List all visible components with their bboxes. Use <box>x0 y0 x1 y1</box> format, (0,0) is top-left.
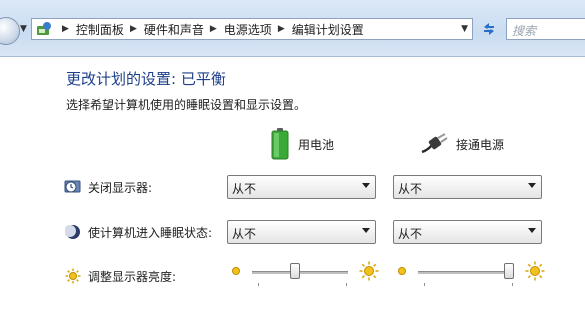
address-dropdown-icon[interactable]: ▼ <box>461 24 468 34</box>
slider-tick <box>258 283 259 286</box>
display-clock-icon <box>64 178 82 196</box>
battery-column-label: 用电池 <box>298 137 335 152</box>
sun-icon <box>64 267 82 285</box>
brightness-plugged-slider[interactable] <box>396 261 545 288</box>
display-off-plugged-value: 从不 <box>398 182 423 196</box>
chevron-down-icon <box>528 183 536 188</box>
column-header-battery: 用电池 <box>270 127 334 161</box>
slider-tick <box>346 283 347 286</box>
chevron-down-icon <box>362 183 370 188</box>
back-button[interactable] <box>0 17 20 45</box>
slider-thumb[interactable] <box>504 263 515 279</box>
refresh-icon <box>484 23 494 35</box>
search-input[interactable]: 搜索 <box>506 18 585 40</box>
breadcrumb-edit-plan[interactable]: 编辑计划设置 <box>292 21 364 38</box>
sleep-battery-value: 从不 <box>232 227 257 241</box>
page-title: 更改计划的设置: 已平衡 <box>66 70 226 88</box>
slider-tick <box>424 283 425 286</box>
display-off-battery-value: 从不 <box>232 182 257 196</box>
sun-bright-icon <box>525 261 545 281</box>
refresh-button[interactable] <box>478 18 500 40</box>
sun-dim-icon <box>232 267 240 275</box>
setting-row-brightness: 调整显示器亮度: <box>64 266 176 286</box>
breadcrumb-power-options[interactable]: 电源选项 <box>224 21 272 38</box>
chevron-right-icon[interactable]: ▶ <box>130 24 137 34</box>
search-placeholder: 搜索 <box>512 24 537 38</box>
display-off-plugged-select[interactable]: 从不 <box>393 175 542 199</box>
setting-row-sleep: 使计算机进入睡眠状态: <box>64 222 212 242</box>
display-off-battery-select[interactable]: 从不 <box>227 175 376 199</box>
breadcrumb: ▶ 控制面板 ▶ 硬件和声音 ▶ 电源选项 ▶ 编辑计划设置 <box>56 19 364 39</box>
sleep-battery-select[interactable]: 从不 <box>227 220 376 244</box>
address-toolbar: ▼ ▶ 控制面板 ▶ 硬件和声音 ▶ 电源选项 ▶ 编辑计划设置 ▼ 搜索 <box>0 0 585 57</box>
sleep-plugged-value: 从不 <box>398 227 423 241</box>
brightness-label: 调整显示器亮度: <box>88 269 177 284</box>
chevron-down-icon <box>528 228 536 233</box>
address-bar[interactable]: ▶ 控制面板 ▶ 硬件和声音 ▶ 电源选项 ▶ 编辑计划设置 ▼ <box>31 18 473 40</box>
chevron-right-icon: ▶ <box>62 24 69 34</box>
power-plug-icon <box>421 133 448 154</box>
sleep-plugged-select[interactable]: 从不 <box>393 220 542 244</box>
slider-thumb[interactable] <box>290 263 301 279</box>
sleep-label: 使计算机进入睡眠状态: <box>88 225 213 240</box>
display-off-label: 关闭显示器: <box>88 180 153 195</box>
brightness-battery-slider[interactable] <box>230 261 379 288</box>
history-dropdown-icon[interactable]: ▼ <box>20 24 27 34</box>
control-panel-icon <box>37 22 51 35</box>
page-subtitle: 选择希望计算机使用的睡眠设置和显示设置。 <box>66 98 307 112</box>
slider-tick <box>512 283 513 286</box>
column-header-plugged: 接通电源 <box>420 127 504 161</box>
chevron-right-icon[interactable]: ▶ <box>278 24 285 34</box>
plugged-column-label: 接通电源 <box>456 137 505 152</box>
setting-row-display-off: 关闭显示器: <box>64 177 152 197</box>
breadcrumb-control-panel[interactable]: 控制面板 <box>76 21 124 38</box>
sun-dim-icon <box>398 267 406 275</box>
slider-track[interactable] <box>418 271 514 274</box>
chevron-down-icon <box>362 228 370 233</box>
chevron-right-icon[interactable]: ▶ <box>210 24 217 34</box>
sun-bright-icon <box>359 261 379 281</box>
battery-icon <box>271 128 289 160</box>
breadcrumb-hardware-sound[interactable]: 硬件和声音 <box>144 21 204 38</box>
moon-icon <box>64 223 82 241</box>
